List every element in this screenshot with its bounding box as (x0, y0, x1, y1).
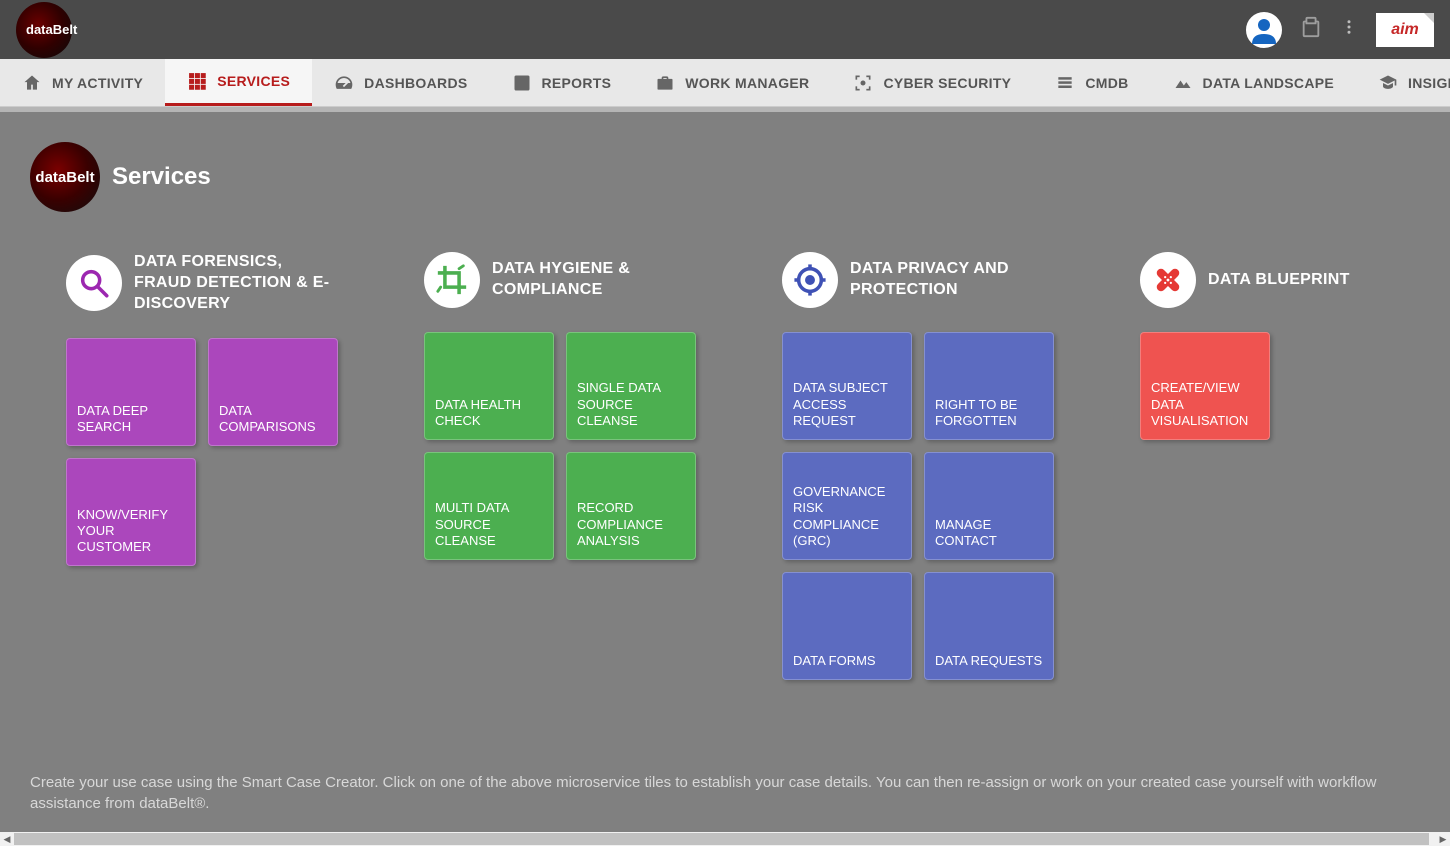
category-3: DATA BLUEPRINT CREATE/VIEW DATA VISUALIS… (1140, 252, 1350, 680)
horizontal-scrollbar[interactable]: ◀ ▶ (0, 832, 1450, 846)
nav-tab-label: REPORTS (542, 75, 612, 91)
nav-tab-label: DATA LANDSCAPE (1203, 75, 1335, 91)
nav-tab-data-landscape[interactable]: DATA LANDSCAPE (1151, 59, 1357, 106)
briefcase-icon (655, 73, 675, 93)
nav-tab-label: CYBER SECURITY (883, 75, 1011, 91)
nav-tab-label: MY ACTIVITY (52, 75, 143, 91)
scroll-right-arrow[interactable]: ▶ (1436, 832, 1450, 846)
grid-icon (187, 71, 207, 91)
page-title-row: dataBelt Services (30, 142, 1420, 212)
nav-tab-my-activity[interactable]: MY ACTIVITY (0, 59, 165, 106)
tiles-grid: DATA HEALTH CHECK SINGLE DATA SOURCE CLEA… (424, 332, 702, 560)
nav-tab-label: WORK MANAGER (685, 75, 809, 91)
page-logo: dataBelt (30, 142, 100, 212)
bandage-icon (1140, 252, 1196, 308)
tile-purple-1[interactable]: DATA COMPARISONS (208, 338, 338, 446)
nav-tab-cyber-security[interactable]: CYBER SECURITY (831, 59, 1033, 106)
kebab-menu-icon[interactable] (1340, 18, 1358, 41)
target-icon (782, 252, 838, 308)
home-icon (22, 73, 42, 93)
categories-container: DATA FORENSICS, FRAUD DETECTION & E-DISC… (30, 252, 1420, 680)
tile-blue-2[interactable]: GOVERNANCE RISK COMPLIANCE (GRC) (782, 452, 912, 560)
page-title: Services (112, 163, 211, 191)
category-header: DATA FORENSICS, FRAUD DETECTION & E-DISC… (66, 252, 344, 314)
tile-label: DATA SUBJECT ACCESS REQUEST (793, 380, 901, 429)
tile-label: DATA REQUESTS (935, 653, 1042, 669)
tile-green-2[interactable]: MULTI DATA SOURCE CLEANSE (424, 452, 554, 560)
main-content: dataBelt Services DATA FORENSICS, FRAUD … (0, 112, 1450, 832)
tiles-grid: DATA SUBJECT ACCESS REQUEST RIGHT TO BE F… (782, 332, 1060, 680)
user-avatar[interactable] (1246, 12, 1282, 48)
barchart-icon (512, 73, 532, 93)
tile-purple-0[interactable]: DATA DEEP SEARCH (66, 338, 196, 446)
nav-bar: MY ACTIVITY SERVICES DASHBOARDS REPORTS WORK… (0, 59, 1450, 107)
nav-tab-label: CMDB (1085, 75, 1128, 91)
category-header: DATA HYGIENE & COMPLIANCE (424, 252, 702, 308)
category-0: DATA FORENSICS, FRAUD DETECTION & E-DISC… (66, 252, 344, 680)
tile-green-1[interactable]: SINGLE DATA SOURCE CLEANSE (566, 332, 696, 440)
tile-blue-5[interactable]: DATA REQUESTS (924, 572, 1054, 680)
tile-blue-0[interactable]: DATA SUBJECT ACCESS REQUEST (782, 332, 912, 440)
aim-logo-text: aim (1391, 21, 1419, 39)
scroll-left-arrow[interactable]: ◀ (0, 832, 14, 846)
tiles-grid: DATA DEEP SEARCH DATA COMPARISONS KNOW/VER… (66, 338, 344, 566)
tile-blue-1[interactable]: RIGHT TO BE FORGOTTEN (924, 332, 1054, 440)
category-2: DATA PRIVACY AND PROTECTION DATA SUBJECT… (782, 252, 1060, 680)
tile-green-3[interactable]: RECORD COMPLIANCE ANALYSIS (566, 452, 696, 560)
nav-tab-label: INSIGHT SPACE (1408, 75, 1450, 91)
tile-blue-4[interactable]: DATA FORMS (782, 572, 912, 680)
footer-text: Create your use case using the Smart Cas… (30, 772, 1420, 814)
tile-label: RIGHT TO BE FORGOTTEN (935, 397, 1043, 430)
tile-label: DATA COMPARISONS (219, 403, 327, 436)
nav-tab-work-manager[interactable]: WORK MANAGER (633, 59, 831, 106)
tile-label: DATA DEEP SEARCH (77, 403, 185, 436)
grad-icon (1378, 73, 1398, 93)
speed-icon (334, 73, 354, 93)
scroll-thumb[interactable] (14, 833, 1429, 845)
nav-tab-reports[interactable]: REPORTS (490, 59, 634, 106)
nav-tab-services[interactable]: SERVICES (165, 59, 312, 106)
tile-red-0[interactable]: CREATE/VIEW DATA VISUALISATION (1140, 332, 1270, 440)
nav-tab-cmdb[interactable]: CMDB (1033, 59, 1150, 106)
tile-label: MANAGE CONTACT (935, 517, 1043, 550)
tile-label: DATA FORMS (793, 653, 876, 669)
nav-tab-label: DASHBOARDS (364, 75, 467, 91)
tile-blue-3[interactable]: MANAGE CONTACT (924, 452, 1054, 560)
nav-tab-insight-space[interactable]: INSIGHT SPACE (1356, 59, 1450, 106)
category-title: DATA HYGIENE & COMPLIANCE (492, 259, 702, 301)
target-square-icon (853, 73, 873, 93)
tile-label: MULTI DATA SOURCE CLEANSE (435, 500, 543, 549)
search-icon (66, 255, 122, 311)
category-title: DATA BLUEPRINT (1208, 270, 1350, 291)
page-logo-text: dataBelt (35, 169, 94, 186)
user-icon (1248, 14, 1280, 46)
tile-label: GOVERNANCE RISK COMPLIANCE (GRC) (793, 484, 901, 549)
db-icon (1055, 73, 1075, 93)
landscape-icon (1173, 73, 1193, 93)
brand-logo-text: dataBelt (26, 22, 77, 37)
tile-label: SINGLE DATA SOURCE CLEANSE (577, 380, 685, 429)
tiles-grid: CREATE/VIEW DATA VISUALISATION (1140, 332, 1350, 440)
nav-tab-dashboards[interactable]: DASHBOARDS (312, 59, 489, 106)
category-title: DATA FORENSICS, FRAUD DETECTION & E-DISC… (134, 252, 344, 314)
scroll-track[interactable] (14, 832, 1436, 846)
tile-label: CREATE/VIEW DATA VISUALISATION (1151, 380, 1259, 429)
tile-label: DATA HEALTH CHECK (435, 397, 543, 430)
tile-purple-2[interactable]: KNOW/VERIFY YOUR CUSTOMER (66, 458, 196, 566)
top-header: dataBelt aim (0, 0, 1450, 59)
aim-logo[interactable]: aim (1376, 13, 1434, 47)
category-header: DATA PRIVACY AND PROTECTION (782, 252, 1060, 308)
crop-icon (424, 252, 480, 308)
category-1: DATA HYGIENE & COMPLIANCE DATA HEALTH CH… (424, 252, 702, 680)
tile-label: RECORD COMPLIANCE ANALYSIS (577, 500, 685, 549)
tile-green-0[interactable]: DATA HEALTH CHECK (424, 332, 554, 440)
clipboard-icon[interactable] (1300, 16, 1322, 43)
category-title: DATA PRIVACY AND PROTECTION (850, 259, 1060, 301)
nav-tab-label: SERVICES (217, 73, 290, 89)
category-header: DATA BLUEPRINT (1140, 252, 1350, 308)
tile-label: KNOW/VERIFY YOUR CUSTOMER (77, 507, 185, 556)
